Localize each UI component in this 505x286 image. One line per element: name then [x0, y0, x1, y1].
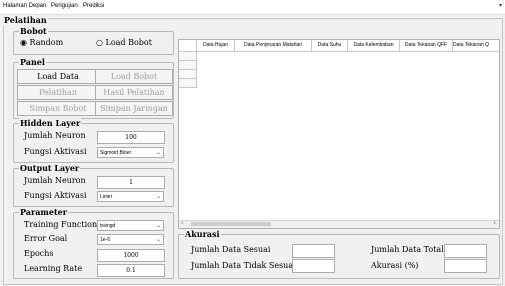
- scroll-right-icon[interactable]: ›: [493, 219, 496, 227]
- training-function-select[interactable]: traingd ⌄: [97, 220, 164, 231]
- radio-load-bobot[interactable]: ○ Load Bobot: [96, 38, 152, 47]
- hidden-activation-label: Fungsi Aktivasi: [24, 147, 87, 156]
- hidden-neuron-input[interactable]: 100: [97, 131, 165, 144]
- radio-selected-icon: ◉: [20, 38, 27, 47]
- radio-random[interactable]: ◉ Random: [20, 38, 63, 47]
- load-bobot-button[interactable]: Load Bobot: [95, 69, 173, 84]
- menu-halaman-depan[interactable]: Halaman Depan: [3, 3, 46, 9]
- simpan-bobot-button[interactable]: Simpan Bobot: [17, 101, 99, 116]
- jumlah-total-label: Jumlah Data Total: [371, 245, 444, 254]
- hidden-neuron-label: Jumlah Neuron: [24, 131, 86, 140]
- chevron-down-icon: ⌄: [155, 237, 161, 243]
- output-activation-select[interactable]: Linier ⌄: [97, 191, 164, 202]
- menu-bar: Halaman Depan Pengujian Prediksi ▾: [0, 0, 505, 15]
- output-neuron-label: Jumlah Neuron: [24, 176, 86, 185]
- column-header[interactable]: Data Suhu: [312, 40, 348, 52]
- bobot-title: Bobot: [19, 26, 48, 36]
- radio-random-label: Random: [29, 38, 64, 47]
- akurasi-group: Akurasi Jumlah Data Sesuai Jumlah Data T…: [178, 229, 500, 279]
- hidden-layer-title: Hidden Layer: [19, 118, 82, 128]
- column-header[interactable]: Data Hujan: [197, 40, 235, 52]
- column-header[interactable]: Data Kelembaban: [348, 40, 400, 52]
- scrollbar-thumb[interactable]: [191, 222, 271, 226]
- output-neuron-input[interactable]: 1: [97, 176, 165, 189]
- hidden-layer-group: Hidden Layer Jumlah Neuron 100 Fungsi Ak…: [13, 118, 174, 163]
- column-header[interactable]: Data Tekanan Q: [453, 40, 499, 52]
- training-function-value: traingd: [100, 223, 116, 229]
- radio-unselected-icon: ○: [96, 38, 103, 47]
- row-header[interactable]: [179, 70, 197, 79]
- hasil-pelatihan-button[interactable]: Hasil Pelatihan: [95, 85, 173, 100]
- error-goal-select[interactable]: 1e-6 ⌄: [97, 234, 164, 245]
- jumlah-tidak-sesuai-label: Jumlah Data Tidak Sesuai: [191, 261, 296, 270]
- jumlah-sesuai-label: Jumlah Data Sesuai: [191, 245, 271, 254]
- chevron-down-icon: ⌄: [155, 150, 161, 156]
- jumlah-tidak-sesuai-field[interactable]: [292, 259, 335, 273]
- jumlah-sesuai-field[interactable]: [292, 244, 335, 258]
- output-activation-label: Fungsi Aktivasi: [24, 191, 87, 200]
- table-corner: [179, 40, 197, 52]
- row-header[interactable]: [179, 79, 197, 88]
- row-header[interactable]: [179, 61, 197, 70]
- output-activation-value: Linier: [100, 194, 113, 200]
- parameter-group: Parameter Training Function traingd ⌄ Er…: [13, 207, 174, 279]
- panel-group: Panel Load Data Load Bobot Pelatihan Has…: [13, 57, 174, 119]
- chevron-down-icon: ⌄: [155, 223, 161, 229]
- hidden-activation-select[interactable]: Sigmoid Biner ⌄: [97, 147, 164, 158]
- load-data-button[interactable]: Load Data: [17, 69, 99, 84]
- training-function-label: Training Function: [24, 220, 98, 229]
- error-goal-label: Error Goal: [24, 234, 68, 243]
- panel-title: Panel: [19, 57, 46, 67]
- horizontal-scrollbar[interactable]: ‹ ›: [179, 219, 499, 228]
- row-header[interactable]: [179, 52, 197, 61]
- akurasi-pct-field[interactable]: [444, 259, 487, 273]
- output-layer-group: Output Layer Jumlah Neuron 1 Fungsi Akti…: [13, 163, 174, 207]
- akurasi-title: Akurasi: [184, 229, 221, 239]
- bobot-group: Bobot ◉ Random ○ Load Bobot: [13, 26, 174, 55]
- jumlah-total-field[interactable]: [444, 244, 487, 258]
- hidden-activation-value: Sigmoid Biner: [100, 150, 132, 156]
- error-goal-value: 1e-6: [100, 237, 111, 243]
- menu-overflow-icon[interactable]: ▾: [499, 2, 502, 9]
- akurasi-pct-label: Akurasi (%): [371, 261, 419, 270]
- parameter-title: Parameter: [19, 207, 68, 217]
- learning-rate-label: Learning Rate: [24, 264, 83, 273]
- column-header[interactable]: Data Penyinaran Matahari: [235, 40, 312, 52]
- frame-title: Pelatihan: [3, 15, 48, 25]
- output-layer-title: Output Layer: [19, 163, 81, 173]
- menu-pengujian[interactable]: Pengujian: [51, 3, 78, 9]
- scroll-left-icon[interactable]: ‹: [181, 219, 184, 227]
- simpan-jaringan-button[interactable]: Simpan Jaringan: [95, 101, 173, 116]
- menu-prediksi[interactable]: Prediksi: [83, 3, 104, 9]
- epochs-label: Epochs: [24, 249, 54, 258]
- radio-load-label: Load Bobot: [105, 38, 152, 47]
- column-header[interactable]: Data Tekanan QFF: [400, 40, 453, 52]
- learning-rate-input[interactable]: 0.1: [97, 264, 165, 277]
- data-table[interactable]: Data Hujan Data Penyinaran Matahari Data…: [178, 39, 500, 229]
- epochs-input[interactable]: 1000: [97, 249, 165, 262]
- chevron-down-icon: ⌄: [155, 194, 161, 200]
- pelatihan-button[interactable]: Pelatihan: [17, 85, 99, 100]
